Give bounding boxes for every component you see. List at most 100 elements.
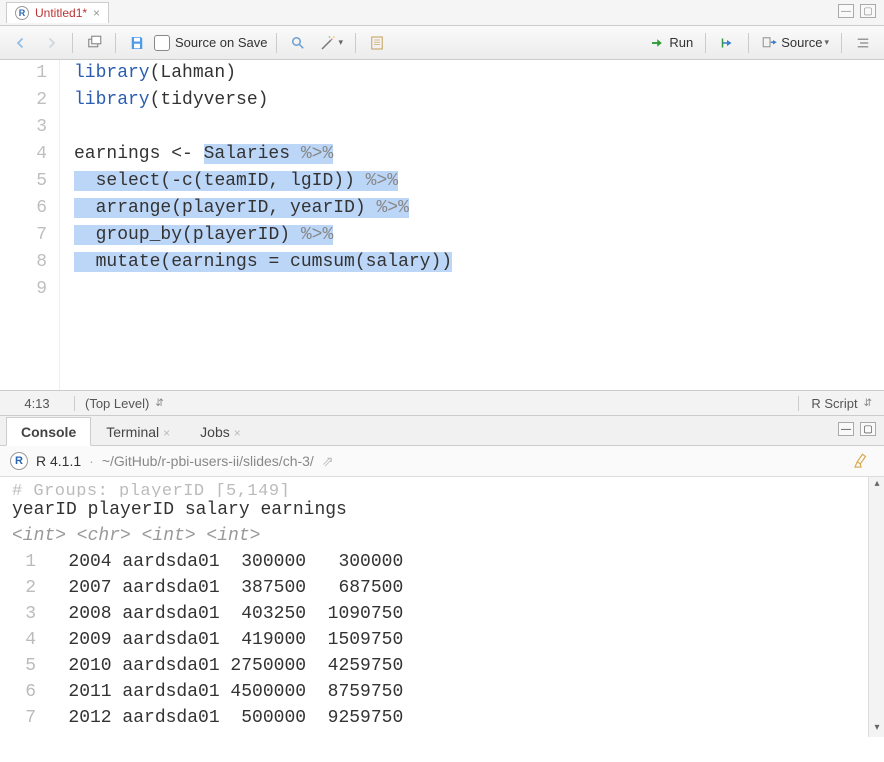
tibble-row: 1 2004 aardsda01 300000 300000 bbox=[12, 549, 884, 575]
minimize-icon[interactable]: — bbox=[838, 4, 854, 18]
rerun-icon bbox=[718, 34, 736, 52]
tab-console-label: Console bbox=[21, 424, 76, 440]
tibble-row: 2 2007 aardsda01 387500 687500 bbox=[12, 575, 884, 601]
close-icon[interactable]: × bbox=[93, 6, 100, 20]
editor-tab-strip: R Untitled1* × — ▢ bbox=[0, 0, 884, 26]
separator bbox=[72, 33, 73, 53]
clear-console-button[interactable] bbox=[848, 450, 874, 472]
source-label: Source bbox=[781, 35, 822, 50]
run-label: Run bbox=[669, 35, 693, 50]
separator bbox=[115, 33, 116, 53]
code-line[interactable] bbox=[74, 114, 884, 141]
console-output[interactable]: # Groups: playerID [5,149] yearID player… bbox=[0, 477, 884, 737]
run-icon bbox=[649, 34, 667, 52]
maximize-icon[interactable]: ▢ bbox=[860, 422, 876, 436]
r-version-label: R 4.1.1 bbox=[36, 453, 81, 469]
tibble-row: 4 2009 aardsda01 419000 1509750 bbox=[12, 627, 884, 653]
code-editor[interactable]: 123456789 library(Lahman)library(tidyver… bbox=[0, 60, 884, 390]
tibble-row: 7 2012 aardsda01 500000 9259750 bbox=[12, 705, 884, 731]
back-button[interactable] bbox=[8, 32, 34, 54]
tab-jobs-label: Jobs bbox=[200, 424, 230, 440]
scroll-up-icon[interactable]: ▴ bbox=[869, 477, 884, 493]
code-line[interactable]: select(-c(teamID, lgID)) %>% bbox=[74, 168, 884, 195]
arrow-left-icon bbox=[12, 34, 30, 52]
minimize-icon[interactable]: — bbox=[838, 422, 854, 436]
console-line: # Groups: playerID [5,149] bbox=[12, 479, 884, 497]
separator bbox=[705, 33, 706, 53]
line-number-gutter: 123456789 bbox=[0, 60, 60, 390]
close-icon[interactable]: × bbox=[163, 426, 170, 440]
code-line[interactable]: arrange(playerID, yearID) %>% bbox=[74, 195, 884, 222]
line-number: 8 bbox=[0, 249, 47, 276]
pane-window-controls: — ▢ bbox=[838, 422, 876, 436]
console-scrollbar[interactable]: ▴ ▾ bbox=[868, 477, 884, 737]
code-tools-button[interactable]: ▾ bbox=[315, 32, 348, 54]
file-tab-title: Untitled1* bbox=[35, 6, 87, 20]
rerun-button[interactable] bbox=[714, 32, 740, 54]
scope-selector[interactable]: (Top Level) ⇵ bbox=[75, 396, 799, 411]
run-button[interactable]: Run bbox=[645, 32, 697, 54]
popup-icon bbox=[85, 34, 103, 52]
forward-button[interactable] bbox=[38, 32, 64, 54]
separator bbox=[841, 33, 842, 53]
code-line[interactable]: mutate(earnings = cumsum(salary)) bbox=[74, 249, 884, 276]
tab-jobs[interactable]: Jobs × bbox=[185, 417, 256, 446]
language-selector[interactable]: R Script ⇵ bbox=[799, 396, 884, 411]
r-logo-icon: R bbox=[10, 452, 28, 470]
language-label: R Script bbox=[811, 396, 857, 411]
console-header: R R 4.1.1 · ~/GitHub/r-pbi-users-ii/slid… bbox=[0, 446, 884, 477]
chevron-down-icon: ▾ bbox=[824, 37, 829, 48]
broom-icon bbox=[852, 452, 870, 470]
tab-terminal-label: Terminal bbox=[106, 424, 159, 440]
code-line[interactable]: earnings <- Salaries %>% bbox=[74, 141, 884, 168]
line-number: 3 bbox=[0, 114, 47, 141]
updown-icon: ⇵ bbox=[155, 398, 163, 409]
separator bbox=[748, 33, 749, 53]
magic-wand-icon bbox=[319, 34, 337, 52]
code-area[interactable]: library(Lahman)library(tidyverse) earning… bbox=[60, 60, 884, 390]
editor-status-bar: 4:13 (Top Level) ⇵ R Script ⇵ bbox=[0, 390, 884, 416]
save-button[interactable] bbox=[124, 32, 150, 54]
separator bbox=[276, 33, 277, 53]
line-number: 9 bbox=[0, 276, 47, 303]
tab-console[interactable]: Console bbox=[6, 417, 91, 446]
tibble-row: 3 2008 aardsda01 403250 1090750 bbox=[12, 601, 884, 627]
bottom-pane-tabs: Console Terminal × Jobs × — ▢ bbox=[0, 416, 884, 446]
outline-button[interactable] bbox=[850, 32, 876, 54]
go-to-directory-icon[interactable]: ⇗ bbox=[322, 453, 334, 470]
source-on-save-checkbox[interactable]: Source on Save bbox=[154, 35, 268, 51]
maximize-icon[interactable]: ▢ bbox=[860, 4, 876, 18]
compile-report-button[interactable] bbox=[364, 32, 390, 54]
source-on-save-label: Source on Save bbox=[175, 35, 268, 50]
code-line[interactable]: group_by(playerID) %>% bbox=[74, 222, 884, 249]
outline-icon bbox=[854, 34, 872, 52]
scroll-down-icon[interactable]: ▾ bbox=[869, 721, 884, 737]
save-icon bbox=[128, 34, 146, 52]
code-line[interactable]: library(tidyverse) bbox=[74, 87, 884, 114]
code-line[interactable]: library(Lahman) bbox=[74, 60, 884, 87]
tibble-row: 5 2010 aardsda01 2750000 4259750 bbox=[12, 653, 884, 679]
code-line[interactable] bbox=[74, 276, 884, 303]
chevron-down-icon: ▾ bbox=[339, 37, 344, 48]
tibble-row: 6 2011 aardsda01 4500000 8759750 bbox=[12, 679, 884, 705]
arrow-right-icon bbox=[42, 34, 60, 52]
line-number: 4 bbox=[0, 141, 47, 168]
file-tab[interactable]: R Untitled1* × bbox=[6, 2, 109, 23]
line-number: 5 bbox=[0, 168, 47, 195]
tab-terminal[interactable]: Terminal × bbox=[91, 417, 185, 446]
line-number: 6 bbox=[0, 195, 47, 222]
cursor-position[interactable]: 4:13 bbox=[0, 396, 75, 411]
show-in-new-window-button[interactable] bbox=[81, 32, 107, 54]
scope-label: (Top Level) bbox=[85, 396, 149, 411]
tibble-types: <int> <chr> <int> <int> bbox=[12, 523, 884, 549]
close-icon[interactable]: × bbox=[234, 426, 241, 440]
line-number: 7 bbox=[0, 222, 47, 249]
editor-toolbar: Source on Save ▾ Run Source ▾ bbox=[0, 26, 884, 60]
search-icon bbox=[289, 34, 307, 52]
checkbox-icon bbox=[154, 35, 170, 51]
updown-icon: ⇵ bbox=[864, 398, 872, 409]
line-number: 2 bbox=[0, 87, 47, 114]
source-button[interactable]: Source ▾ bbox=[757, 32, 833, 54]
find-button[interactable] bbox=[285, 32, 311, 54]
working-directory-label[interactable]: ~/GitHub/r-pbi-users-ii/slides/ch-3/ bbox=[102, 453, 314, 469]
